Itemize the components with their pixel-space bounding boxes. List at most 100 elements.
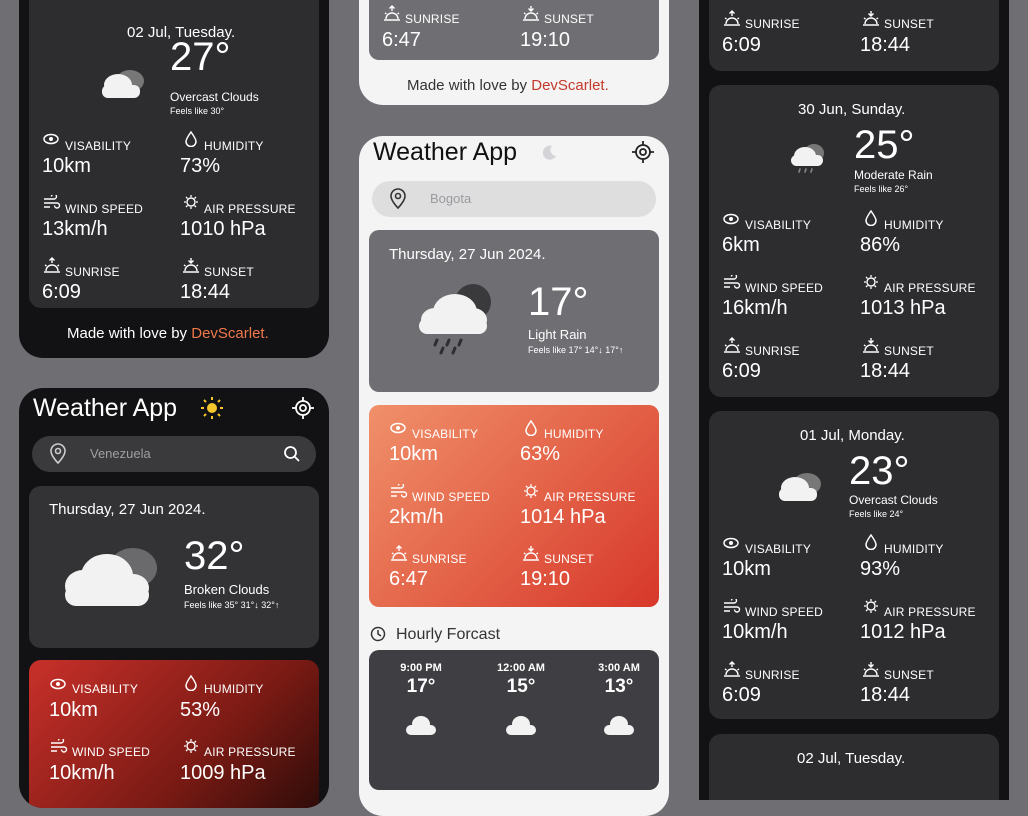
temperature: 17° bbox=[528, 280, 589, 324]
feels-like-text: Feels like 17° 14°↓ 17°↑ bbox=[528, 345, 624, 355]
sunrise-value: 6:09 bbox=[722, 684, 761, 706]
visibility-label: VISABILITY bbox=[745, 542, 812, 556]
hourly-item: 12:00 AM 15° bbox=[481, 662, 561, 741]
location-target-icon[interactable] bbox=[291, 396, 315, 420]
search-icon[interactable] bbox=[283, 445, 301, 463]
sunset-value: 18:44 bbox=[860, 360, 911, 382]
droplet-icon bbox=[865, 210, 877, 226]
hourly-temp: 13° bbox=[604, 676, 634, 697]
temperature: 23° bbox=[849, 449, 910, 493]
sunrise-icon bbox=[724, 337, 740, 353]
sunrise-value: 6:09 bbox=[722, 360, 761, 382]
sun-icon[interactable] bbox=[200, 396, 224, 420]
sunset-icon bbox=[523, 546, 539, 561]
hourly-time: 3:00 AM bbox=[598, 662, 640, 674]
search-input[interactable]: Bogota bbox=[430, 191, 471, 206]
wind-speed-value: 10km/h bbox=[49, 762, 115, 784]
search-input[interactable]: Venezuela bbox=[90, 446, 151, 461]
current-weather-card: Thursday, 27 Jun 2024. 17° Light Rain Fe… bbox=[369, 230, 659, 392]
wind-speed-label: WIND SPEED bbox=[745, 281, 824, 295]
sunrise-value: 6:47 bbox=[382, 29, 421, 51]
location-target-icon[interactable] bbox=[631, 140, 655, 164]
visibility-value: 6km bbox=[722, 234, 760, 256]
sunset-icon bbox=[523, 6, 539, 21]
visibility-value: 10km bbox=[722, 558, 771, 580]
clock-icon bbox=[370, 626, 386, 642]
rain-cloud-icon bbox=[791, 144, 824, 173]
sunset-value: 18:44 bbox=[860, 34, 911, 56]
eye-icon bbox=[50, 678, 66, 690]
sunset-icon bbox=[183, 258, 199, 273]
air-pressure-icon bbox=[184, 195, 198, 209]
temperature: 25° bbox=[854, 123, 915, 167]
sunrise-label: SUNRISE bbox=[745, 344, 800, 358]
middle-phone: Weather App Bogota Thursday, 27 Jun 2024… bbox=[359, 136, 669, 816]
humidity-value: 86% bbox=[860, 234, 901, 256]
condition-text: Overcast Clouds bbox=[170, 90, 259, 104]
date-text: 02 Jul, Tuesday. bbox=[797, 750, 906, 767]
air-pressure-label: AIR PRESSURE bbox=[884, 281, 976, 295]
wind-icon bbox=[51, 739, 68, 753]
search-bar[interactable]: Bogota bbox=[372, 181, 656, 217]
air-pressure-label: AIR PRESSURE bbox=[544, 490, 636, 504]
eye-icon bbox=[723, 537, 739, 549]
eye-icon bbox=[723, 213, 739, 225]
humidity-label: HUMIDITY bbox=[544, 427, 604, 441]
wind-icon bbox=[724, 599, 741, 613]
wind-speed-label: WIND SPEED bbox=[72, 745, 151, 759]
footer-brand-link[interactable]: DevScarlet. bbox=[191, 325, 269, 342]
sunset-label: SUNSET bbox=[884, 344, 934, 358]
search-bar[interactable]: Venezuela bbox=[32, 436, 316, 472]
humidity-value: 93% bbox=[860, 558, 901, 580]
moon-icon[interactable] bbox=[540, 144, 558, 162]
feels-like-text: Feels like 30° bbox=[170, 106, 225, 116]
sunset-label: SUNSET bbox=[884, 17, 934, 31]
sunrise-value: 6:47 bbox=[389, 568, 428, 590]
humidity-label: HUMIDITY bbox=[204, 139, 264, 153]
air-pressure-value: 1013 hPa bbox=[860, 297, 946, 319]
wind-speed-value: 16km/h bbox=[722, 297, 788, 319]
hourly-temp: 15° bbox=[506, 676, 536, 697]
middle-details-card: VISABILITY 10km HUMIDITY 63% WIND SPEED … bbox=[369, 405, 659, 607]
humidity-label: HUMIDITY bbox=[204, 682, 264, 696]
humidity-label: HUMIDITY bbox=[884, 542, 944, 556]
air-pressure-label: AIR PRESSURE bbox=[204, 202, 296, 216]
sunrise-label: SUNRISE bbox=[405, 12, 460, 26]
temperature: 32° bbox=[184, 534, 245, 578]
sunset-value: 19:10 bbox=[520, 568, 571, 590]
hourly-temp: 17° bbox=[406, 676, 436, 697]
right-column-phone: SUNRISE 6:09 SUNSET 18:44 30 Jun, Sunday… bbox=[699, 0, 1009, 800]
condition-text: Broken Clouds bbox=[184, 582, 270, 597]
sunrise-icon bbox=[384, 5, 400, 21]
air-pressure-icon bbox=[864, 275, 878, 289]
sunset-icon bbox=[863, 11, 879, 26]
left-top-weather-card: 02 Jul, Tuesday. 27° Overcast Clouds Fee… bbox=[29, 0, 319, 308]
droplet-icon bbox=[865, 534, 877, 550]
sunset-label: SUNSET bbox=[884, 668, 934, 682]
sunset-label: SUNSET bbox=[544, 552, 594, 566]
location-pin-icon bbox=[50, 443, 66, 465]
eye-icon bbox=[43, 133, 59, 145]
app-title: Weather App bbox=[373, 138, 518, 166]
condition-text: Moderate Rain bbox=[854, 168, 933, 182]
hourly-item: 9:00 PM 17° bbox=[381, 662, 461, 741]
sunset-icon bbox=[863, 338, 879, 353]
eye-icon bbox=[390, 422, 406, 434]
wind-icon bbox=[44, 195, 61, 209]
sunrise-value: 6:09 bbox=[42, 281, 81, 303]
wind-icon bbox=[391, 484, 408, 498]
wind-icon bbox=[724, 275, 741, 289]
sunrise-label: SUNRISE bbox=[745, 17, 800, 31]
air-pressure-label: AIR PRESSURE bbox=[884, 605, 976, 619]
hourly-time: 9:00 PM bbox=[400, 662, 442, 674]
wind-speed-value: 2km/h bbox=[389, 506, 444, 528]
sunrise-icon bbox=[724, 661, 740, 677]
middle-top-card: SUNRISE 6:47 SUNSET 19:10 bbox=[369, 0, 659, 60]
wind-speed-label: WIND SPEED bbox=[412, 490, 491, 504]
app-title: Weather App bbox=[33, 394, 178, 422]
hourly-forecast-card: 9:00 PM 17° 12:00 AM 15° 3:00 AM 13° bbox=[369, 650, 659, 790]
location-pin-icon bbox=[390, 188, 406, 210]
droplet-icon bbox=[185, 675, 197, 691]
footer-brand-link[interactable]: DevScarlet. bbox=[531, 77, 609, 94]
sunrise-icon bbox=[391, 545, 407, 561]
